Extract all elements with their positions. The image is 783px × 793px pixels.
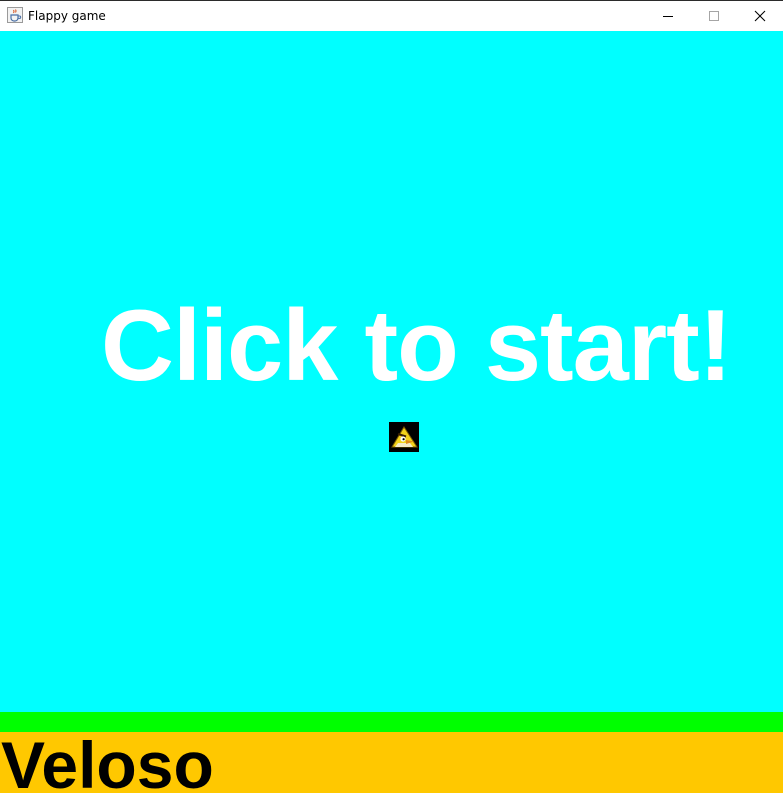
minimize-button[interactable] [645,1,691,31]
close-button[interactable] [737,1,783,31]
close-icon [754,10,766,22]
grass-strip [0,712,783,732]
ground: Veloso [0,732,783,793]
window-title: Flappy game [28,9,106,23]
start-message[interactable]: Click to start! [101,291,761,401]
maximize-button[interactable] [691,1,737,31]
game-canvas[interactable]: Veloso Click to start! [0,31,783,793]
minimize-icon [663,16,673,17]
ground-label: Veloso [1,732,214,793]
maximize-icon [709,11,719,21]
game-window: Flappy game Veloso Click to start! [0,0,783,793]
angry-bird-icon [389,422,419,452]
title-bar[interactable]: Flappy game [0,1,783,31]
java-cup-icon[interactable] [7,7,23,23]
bird [389,422,419,452]
